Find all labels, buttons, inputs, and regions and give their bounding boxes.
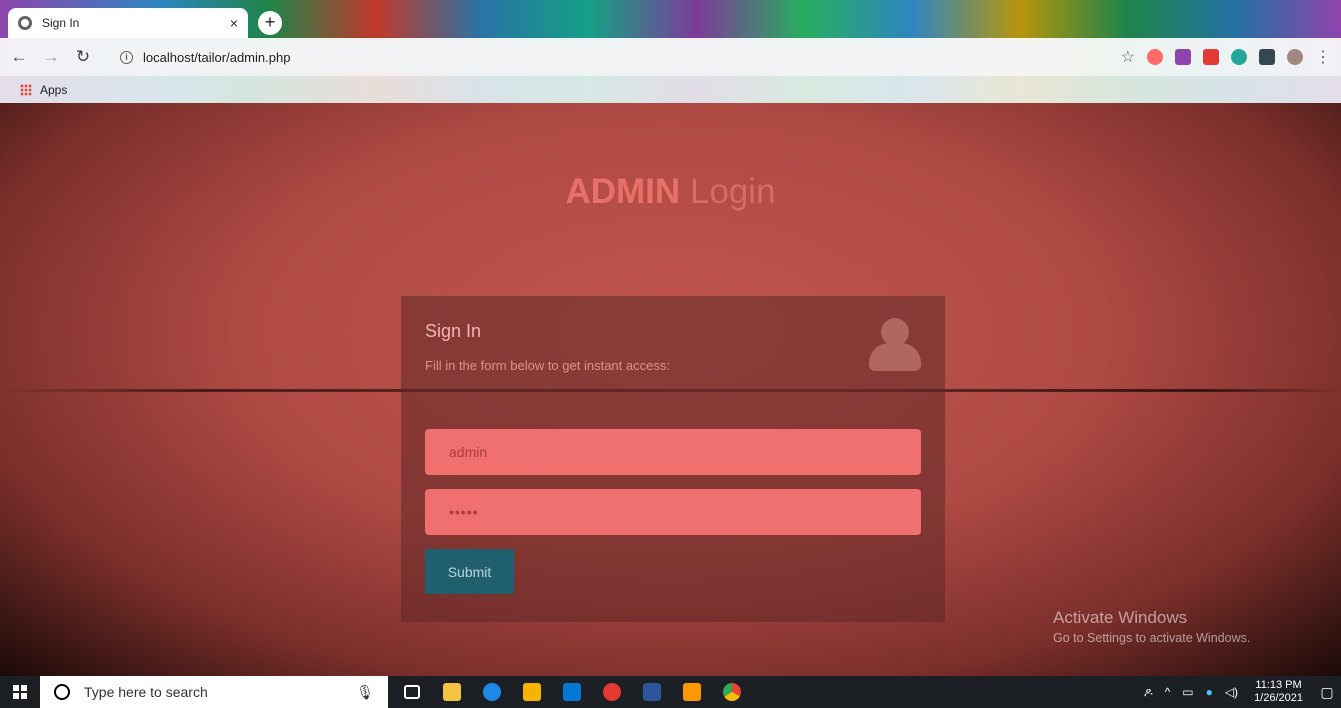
people-icon[interactable]: ዶ [1144, 685, 1153, 700]
puzzle-icon[interactable] [1259, 49, 1275, 65]
taskbar-apps [392, 676, 752, 708]
title-light: Login [689, 172, 776, 211]
opera-icon[interactable] [592, 676, 632, 708]
extension-icon-3[interactable] [1203, 49, 1219, 65]
card-title: Sign In [425, 321, 482, 341]
card-header: Sign In Fill in the form below to get in… [425, 321, 670, 373]
word-icon[interactable] [632, 676, 672, 708]
back-icon[interactable]: ← [6, 44, 32, 70]
card-subtitle: Fill in the form below to get instant ac… [425, 358, 670, 373]
bookmark-star-icon[interactable]: ☆ [1121, 47, 1135, 67]
watermark-line2: Go to Settings to activate Windows. [1053, 631, 1251, 645]
forward-icon[interactable]: → [38, 44, 64, 70]
store-icon[interactable] [512, 676, 552, 708]
page-title: ADMIN Login [0, 172, 1341, 212]
url-text: localhost/tailor/admin.php [143, 49, 291, 65]
avatar[interactable] [1287, 49, 1303, 65]
battery-icon[interactable]: ▭ [1182, 685, 1193, 699]
title-bold: ADMIN [565, 172, 681, 211]
new-tab-button[interactable]: + [258, 11, 282, 35]
user-icon [869, 318, 921, 372]
reload-icon[interactable]: ↻ [70, 44, 96, 70]
apps-icon[interactable] [20, 83, 32, 96]
extension-icon-4[interactable] [1231, 49, 1247, 65]
login-card: Sign In Fill in the form below to get in… [401, 296, 945, 622]
extension-icon-1[interactable] [1147, 49, 1163, 65]
globe-icon [18, 16, 32, 30]
bluetooth-icon[interactable]: ● [1206, 685, 1213, 699]
notification-icon[interactable]: ▢ [1313, 676, 1341, 708]
mail-icon[interactable] [552, 676, 592, 708]
extensions-area: ☆ ⋮ [1121, 44, 1331, 70]
system-tray: ዶ ^ ▭ ● ◁) 11:13 PM 1/26/2021 ▢ [1138, 676, 1341, 708]
volume-icon[interactable]: ◁) [1225, 685, 1238, 699]
file-explorer-icon[interactable] [432, 676, 472, 708]
address-bar[interactable]: i localhost/tailor/admin.php [110, 43, 1075, 71]
taskbar: Type here to search 🎙 ዶ ^ ▭ ● ◁) 11:13 P… [0, 676, 1341, 708]
close-tab-icon[interactable]: × [230, 15, 238, 31]
windows-logo-icon [13, 685, 27, 699]
clock[interactable]: 11:13 PM 1/26/2021 [1254, 679, 1303, 705]
submit-button[interactable]: Submit [425, 549, 514, 594]
browser-toolbar: ← → ↻ i localhost/tailor/admin.php ☆ ⋮ [0, 38, 1341, 76]
info-icon[interactable]: i [120, 50, 133, 64]
sublime-icon[interactable] [672, 676, 712, 708]
clock-time: 11:13 PM [1255, 679, 1302, 691]
chrome-icon[interactable] [712, 676, 752, 708]
activate-windows-watermark: Activate Windows Go to Settings to activ… [1053, 608, 1250, 645]
chevron-up-icon[interactable]: ^ [1165, 685, 1171, 699]
browser-tab[interactable]: Sign In × [8, 8, 248, 38]
task-view-icon[interactable] [392, 676, 432, 708]
bookmark-apps[interactable]: Apps [40, 83, 67, 97]
microphone-icon[interactable]: 🎙 [356, 684, 374, 701]
tab-title: Sign In [42, 16, 80, 30]
search-placeholder: Type here to search [84, 684, 208, 700]
clock-date: 1/26/2021 [1254, 692, 1303, 704]
cortana-icon [54, 684, 70, 700]
edge-icon[interactable] [472, 676, 512, 708]
menu-icon[interactable]: ⋮ [1315, 47, 1331, 67]
bookmarks-bar: Apps [0, 76, 1341, 103]
watermark-line1: Activate Windows [1053, 608, 1188, 627]
start-button[interactable] [0, 676, 40, 708]
page-background: ADMIN Login Sign In Fill in the form bel… [0, 103, 1341, 676]
password-input[interactable]: ••••• [425, 489, 921, 535]
username-input[interactable]: admin [425, 429, 921, 475]
browser-chrome: Sign In × + ← → ↻ i localhost/tailor/adm… [0, 0, 1341, 103]
taskbar-search[interactable]: Type here to search 🎙 [40, 676, 388, 708]
extension-icon-2[interactable] [1175, 49, 1191, 65]
